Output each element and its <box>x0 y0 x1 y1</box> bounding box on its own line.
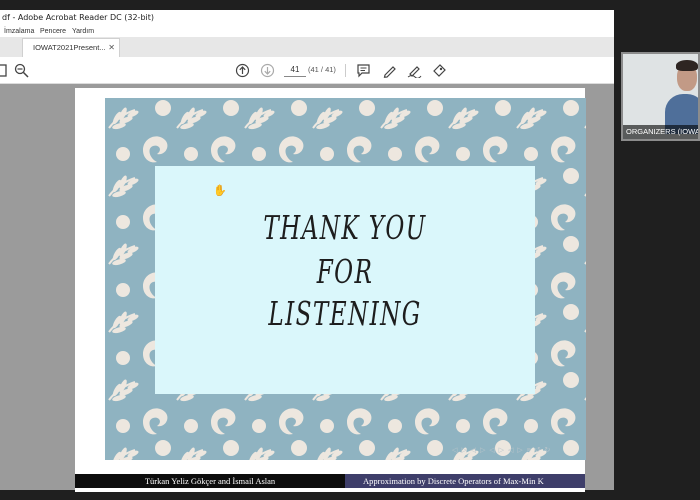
toolbar-separator <box>345 64 346 77</box>
hand-cursor-icon: ✋ <box>213 185 227 197</box>
footer-authors: Türkan Yeliz Gökçer and İsmail Aslan <box>75 474 345 488</box>
thank-you-line-1: THANK YOU <box>263 208 427 247</box>
footer-talk-title: Approximation by Discrete Operators of M… <box>345 474 585 488</box>
pen-icon[interactable] <box>382 63 397 78</box>
tab-document[interactable]: IOWAT2021Present... ✕ <box>22 38 120 57</box>
toolbar: 41 (41 / 41) <box>0 57 614 84</box>
participant-video[interactable]: ORGANIZERS (IOWA <box>621 52 700 141</box>
menu-item-pencere[interactable]: Pencere <box>40 26 66 37</box>
stamp-icon[interactable] <box>432 63 447 78</box>
window-title: df - Adobe Acrobat Reader DC (32-bit) <box>0 10 614 26</box>
thank-you-card: THANK YOU FOR LISTENING ✋ <box>155 166 535 394</box>
zoom-out-icon[interactable] <box>14 63 29 78</box>
comment-icon[interactable] <box>356 63 371 78</box>
next-page-icon[interactable] <box>260 63 275 78</box>
tab-bar: IOWAT2021Present... ✕ <box>0 37 614 57</box>
thank-you-line-2: FOR <box>316 252 374 291</box>
page-thumbnail-icon[interactable] <box>0 63 10 78</box>
document-area[interactable]: THANK YOU FOR LISTENING ✋ ◁ ▷ ◁ ▷ ◁ ▷ ◁ … <box>0 84 614 492</box>
sign-icon[interactable] <box>407 63 422 78</box>
menu-item-yardim[interactable]: Yardım <box>72 26 94 37</box>
page-number-input[interactable]: 41 <box>284 63 306 77</box>
participant-name: ORGANIZERS (IOWA <box>623 125 698 139</box>
previous-page-icon[interactable] <box>235 63 250 78</box>
pdf-page: THANK YOU FOR LISTENING ✋ ◁ ▷ ◁ ▷ ◁ ▷ ◁ … <box>75 88 586 492</box>
menu-item-imzalama[interactable]: İmzalama <box>4 26 34 37</box>
participant-hair <box>676 60 698 71</box>
beamer-navigation-symbols[interactable]: ◁ ▷ ◁ ▷ ◁ ▷ ◁ ▷ ≡ ↺ ↻ <box>452 446 551 454</box>
thank-you-line-3: LISTENING <box>268 294 422 333</box>
tab-close-icon[interactable]: ✕ <box>108 39 115 56</box>
menu-bar: İmzalama Pencere Yardım <box>0 26 614 37</box>
tab-label: IOWAT2021Present... <box>33 43 106 52</box>
page-count: (41 / 41) <box>308 65 336 74</box>
slide: THANK YOU FOR LISTENING ✋ ◁ ▷ ◁ ▷ ◁ ▷ ◁ … <box>105 98 586 460</box>
